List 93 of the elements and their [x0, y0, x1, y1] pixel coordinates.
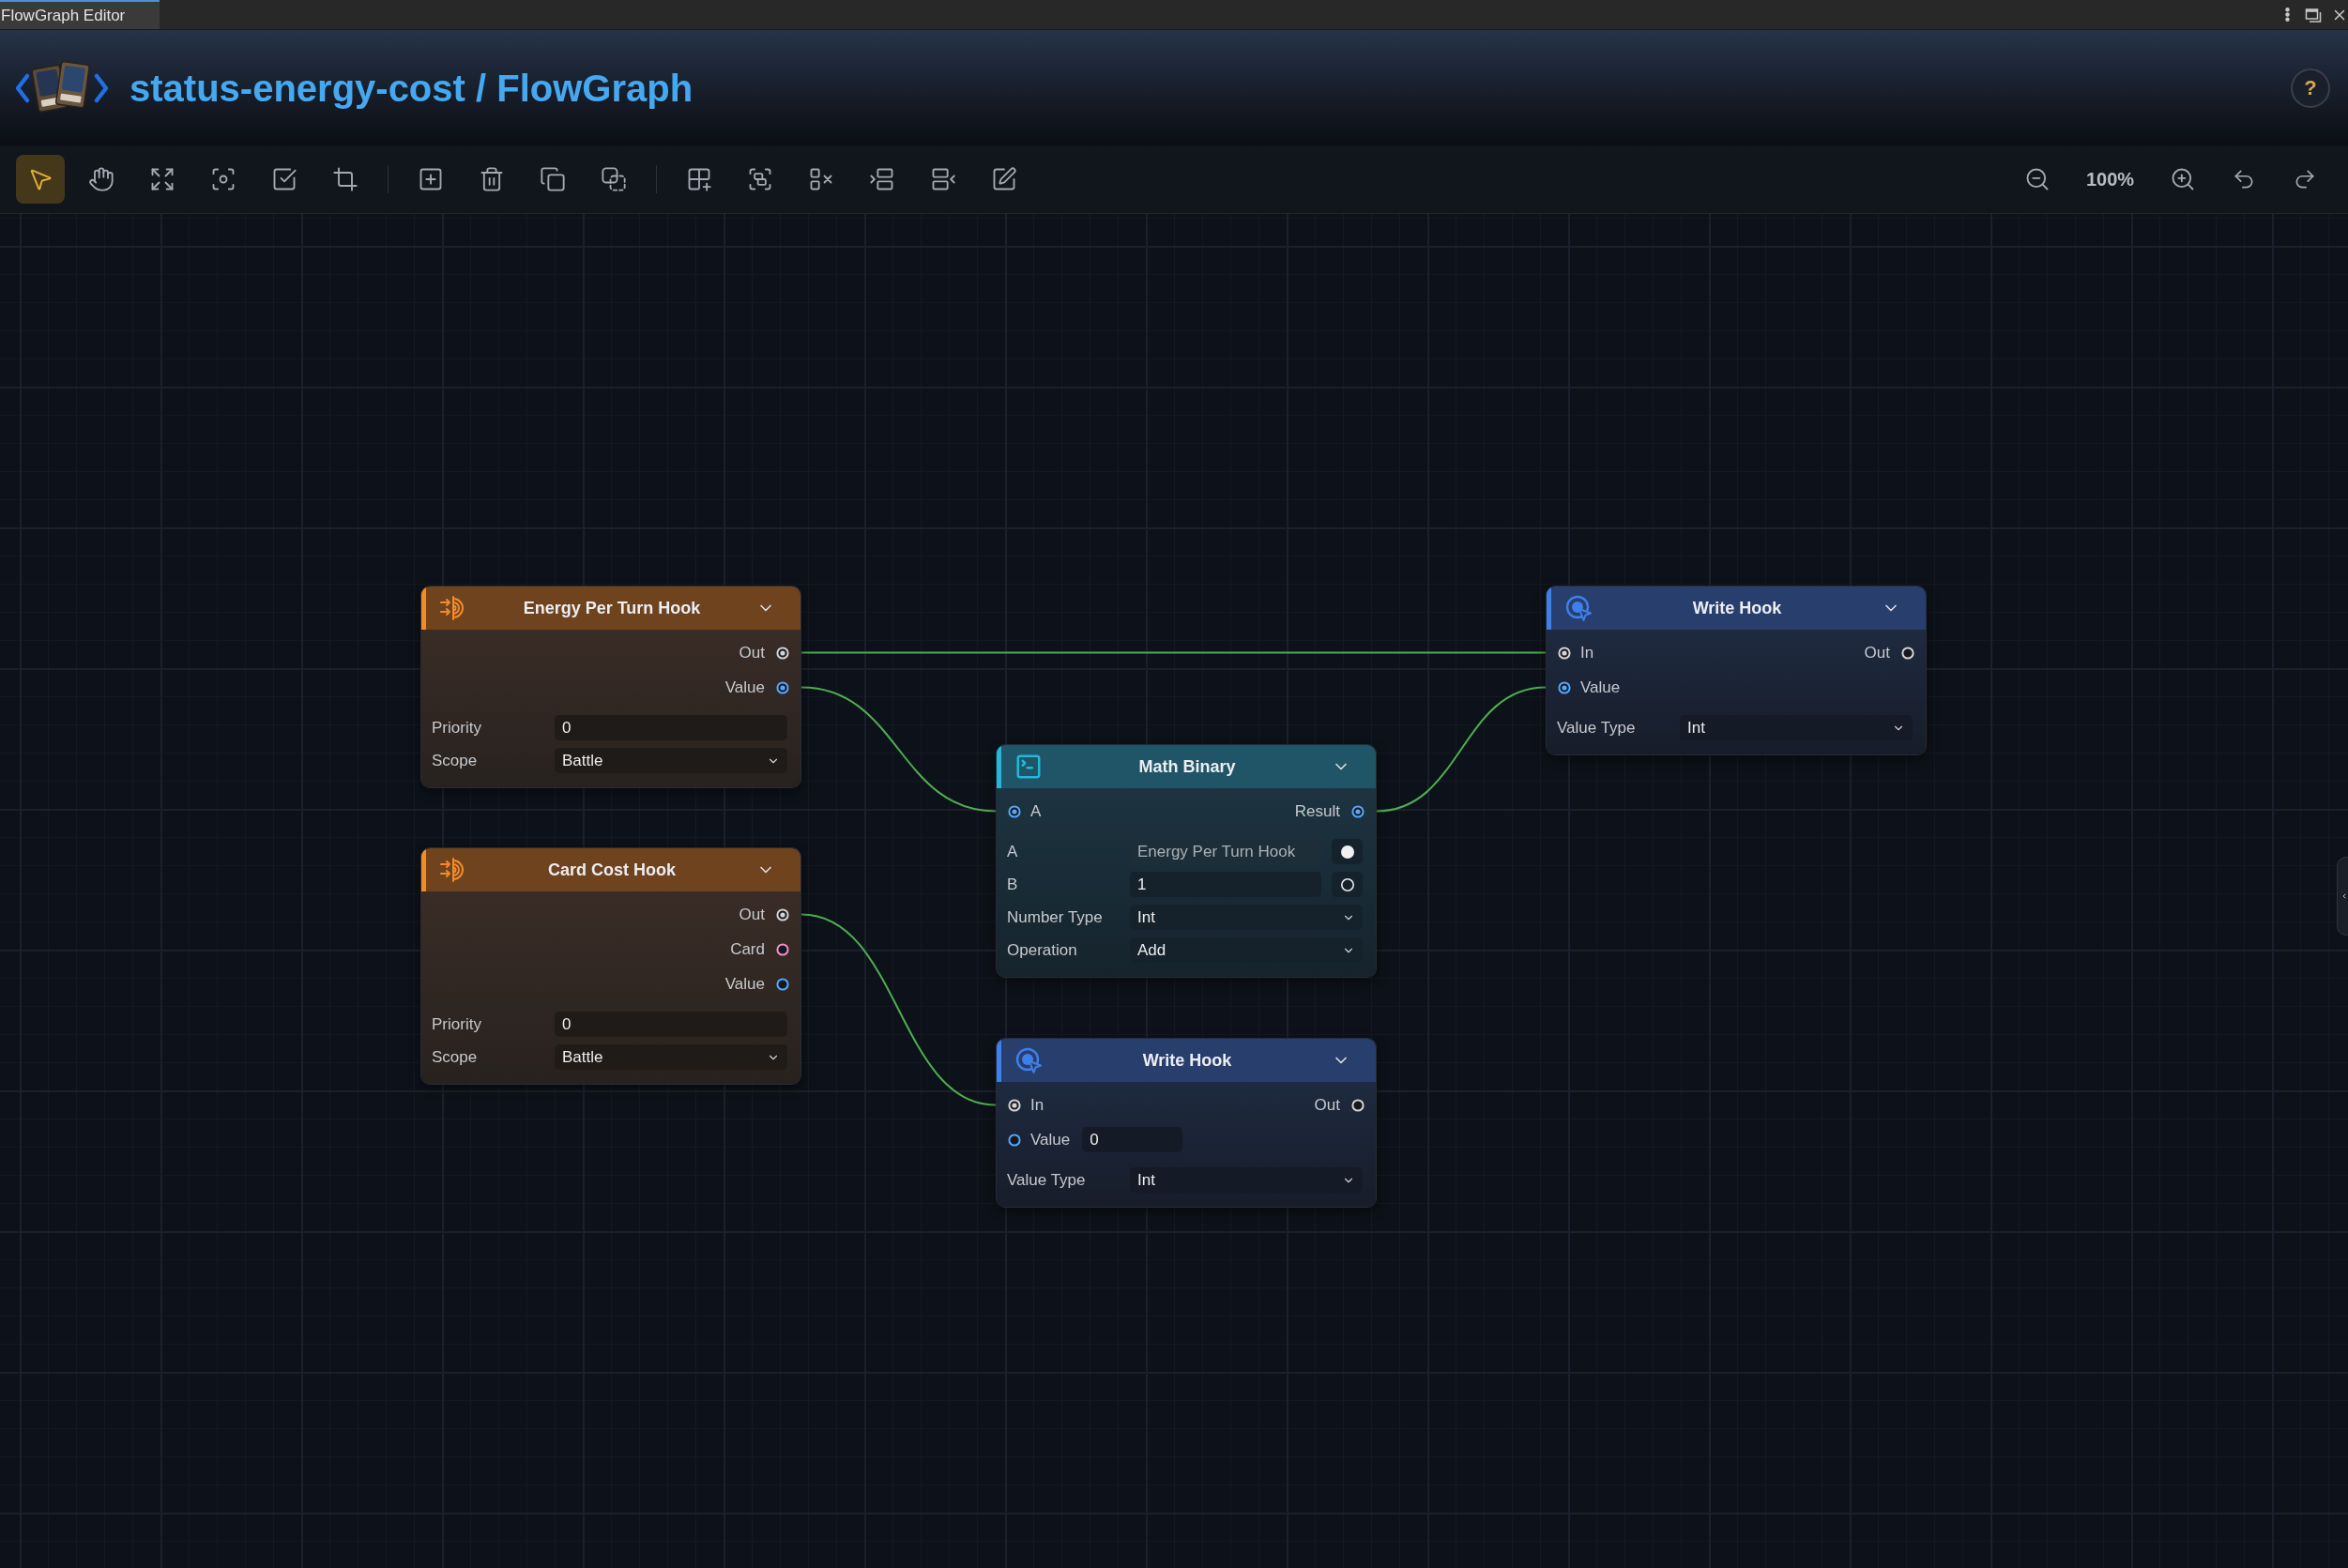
- node-header[interactable]: Write Hook: [1547, 586, 1926, 630]
- port-label: Out: [1864, 642, 1890, 663]
- text-field[interactable]: Energy Per Turn Hook: [1130, 839, 1321, 864]
- field-label: Priority: [432, 717, 482, 738]
- dropdown[interactable]: Battle: [555, 748, 787, 773]
- port-dot-icon[interactable]: [776, 680, 789, 694]
- squares-x-icon: [808, 166, 834, 192]
- cursor-target-icon: [1564, 594, 1593, 622]
- dropdown[interactable]: Int: [1130, 905, 1363, 930]
- node-title: Energy Per Turn Hook: [522, 597, 702, 619]
- zoom-out-icon: [2024, 166, 2051, 192]
- graph-node[interactable]: Write Hook In Out Value Value Type Int: [1546, 586, 1927, 755]
- text-field[interactable]: 1: [1130, 872, 1321, 897]
- side-panel-handle[interactable]: [2337, 857, 2348, 936]
- restore-window-icon: [2305, 6, 2322, 23]
- port-dot-icon[interactable]: [1351, 1098, 1365, 1112]
- port-label: In: [1030, 1094, 1044, 1116]
- field-label: Value Type: [1557, 717, 1637, 738]
- port-dot-icon[interactable]: [776, 646, 789, 660]
- node-title: Math Binary: [1137, 755, 1237, 778]
- node-header[interactable]: Math Binary: [997, 745, 1376, 788]
- focus-frame-icon: [210, 166, 236, 192]
- cursor-target-icon: [1014, 1046, 1043, 1074]
- port-label: Value: [724, 677, 765, 698]
- port-label: Value: [724, 973, 765, 995]
- graph-node[interactable]: Write Hook In Out Value 0 Value Type Int: [996, 1038, 1377, 1208]
- node-title: Write Hook: [1691, 597, 1783, 619]
- field-label: Number Type: [1007, 906, 1104, 928]
- grid-plus-icon: [686, 166, 712, 192]
- blocks-arrow-icon: [930, 166, 956, 192]
- dropdown[interactable]: Battle: [555, 1044, 787, 1070]
- port-label: Out: [739, 904, 765, 925]
- port-dot-icon[interactable]: [1008, 804, 1021, 818]
- zoom-in-icon: [2170, 166, 2196, 192]
- dropdown[interactable]: Int: [1680, 715, 1913, 740]
- arrow-into-blocks-icon: [869, 166, 895, 192]
- page-title: status-energy-cost / FlowGraph: [130, 66, 694, 111]
- port-label: Out: [1314, 1094, 1340, 1116]
- port-dot-icon[interactable]: [1008, 1098, 1021, 1112]
- port-dot-icon[interactable]: [1558, 646, 1571, 660]
- editor-tab[interactable]: FlowGraph Editor: [0, 0, 160, 29]
- port-label: In: [1580, 642, 1594, 663]
- port-dot-icon[interactable]: [1558, 680, 1571, 694]
- hand-icon: [88, 166, 114, 192]
- field-label: Scope: [432, 1046, 479, 1068]
- trash-icon: [479, 166, 505, 192]
- graph-node[interactable]: Math Binary A Result A Energy Per Turn Hook B 1 Number Type Int Operation Add: [996, 744, 1377, 978]
- checkbox-icon: [271, 166, 297, 192]
- port-label: Card: [730, 938, 765, 960]
- link-toggle[interactable]: [1332, 839, 1363, 864]
- port-dot-icon[interactable]: [776, 977, 789, 991]
- crop-icon: [332, 166, 358, 192]
- number-field[interactable]: 0: [555, 1012, 787, 1037]
- field-label: Priority: [432, 1013, 482, 1035]
- edit-icon: [991, 166, 1017, 192]
- port-dot-icon[interactable]: [1351, 804, 1365, 818]
- port-dot-icon[interactable]: [1901, 646, 1914, 660]
- field-label: B: [1007, 874, 1019, 895]
- dashed-squares-icon: [601, 166, 627, 192]
- dropdown[interactable]: Int: [1130, 1167, 1363, 1193]
- field-label: Scope: [432, 750, 479, 771]
- dropdown[interactable]: Add: [1130, 937, 1363, 963]
- tool-button[interactable]: [16, 155, 65, 204]
- link-toggle[interactable]: [1332, 872, 1363, 897]
- port-label: Out: [739, 642, 765, 663]
- field-label: A: [1007, 841, 1019, 862]
- terminal-icon: [1014, 753, 1043, 781]
- node-title: Write Hook: [1141, 1049, 1233, 1072]
- node-header[interactable]: Write Hook: [997, 1039, 1376, 1082]
- graph-node[interactable]: Energy Per Turn Hook Out Value Priority 0 Scope Battle: [420, 586, 801, 788]
- expand-arrows-icon: [149, 166, 175, 192]
- port-label: A: [1030, 800, 1042, 822]
- port-label: Value: [1030, 1129, 1071, 1150]
- port-label: Value: [1580, 677, 1621, 698]
- port-dot-icon[interactable]: [1008, 1133, 1021, 1147]
- port-dot-icon[interactable]: [776, 907, 789, 921]
- restore-button[interactable]: [2305, 6, 2322, 23]
- port-dot-icon[interactable]: [776, 942, 789, 956]
- node-header[interactable]: Card Cost Hook: [421, 848, 800, 891]
- square-plus-icon: [418, 166, 444, 192]
- zoom-level: 100%: [2084, 168, 2136, 191]
- port-label: Result: [1294, 800, 1340, 822]
- node-header[interactable]: Energy Per Turn Hook: [421, 586, 800, 630]
- kebab-icon: [2284, 8, 2290, 22]
- field-label: Operation: [1007, 939, 1078, 961]
- graph-node[interactable]: Card Cost Hook Out Card Value Priority 0 Scope Battle: [420, 847, 801, 1085]
- number-field[interactable]: 0: [1082, 1127, 1183, 1152]
- number-field[interactable]: 0: [555, 715, 787, 740]
- group-icon: [747, 166, 773, 192]
- field-label: Value Type: [1007, 1169, 1087, 1191]
- node-title: Card Cost Hook: [547, 859, 677, 881]
- help-button[interactable]: ?: [2291, 68, 2330, 108]
- copy-icon: [540, 166, 566, 192]
